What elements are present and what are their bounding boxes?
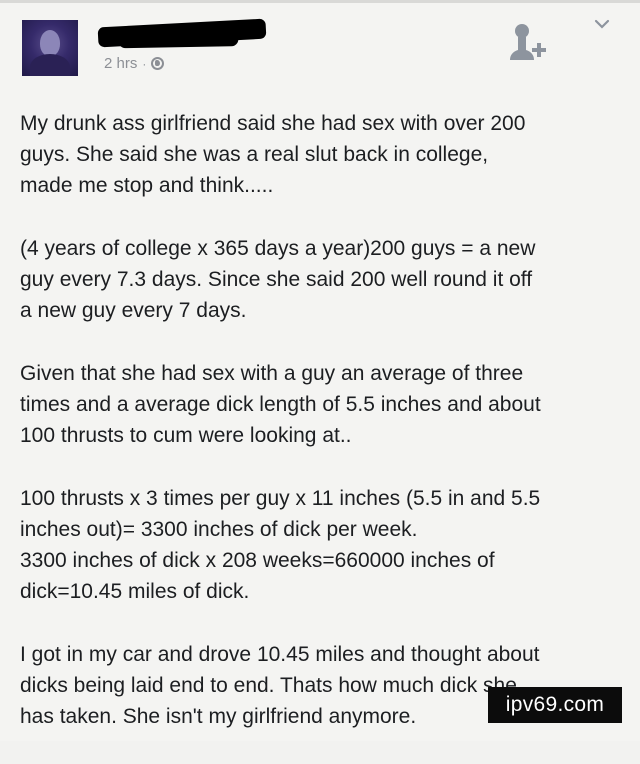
top-divider [0,0,640,3]
post-paragraph: Given that she had sex with a guy an ave… [20,362,541,447]
post-meta: 2 hrs · [104,55,165,72]
avatar-head [40,30,60,56]
timestamp[interactable]: 2 hrs [104,55,137,72]
avatar-body [30,54,70,76]
chevron-down-icon[interactable] [592,14,612,34]
avatar[interactable] [22,20,78,76]
globe-icon [151,57,165,70]
meta-separator: · [142,56,147,71]
post-paragraph: 100 thrusts x 3 times per guy x 11 inche… [20,487,541,603]
post-body: My drunk ass girlfriend said she had sex… [20,108,620,764]
post-card: 2 hrs · My drunk ass girlfriend said she… [0,0,640,741]
watermark: ipv69.com [488,687,622,723]
post-paragraph: My drunk ass girlfriend said she had sex… [20,112,526,197]
post-paragraph: (4 years of college x 365 days a year)20… [20,237,536,322]
redacted-author-name [97,18,267,48]
add-friend-icon[interactable] [505,20,551,66]
